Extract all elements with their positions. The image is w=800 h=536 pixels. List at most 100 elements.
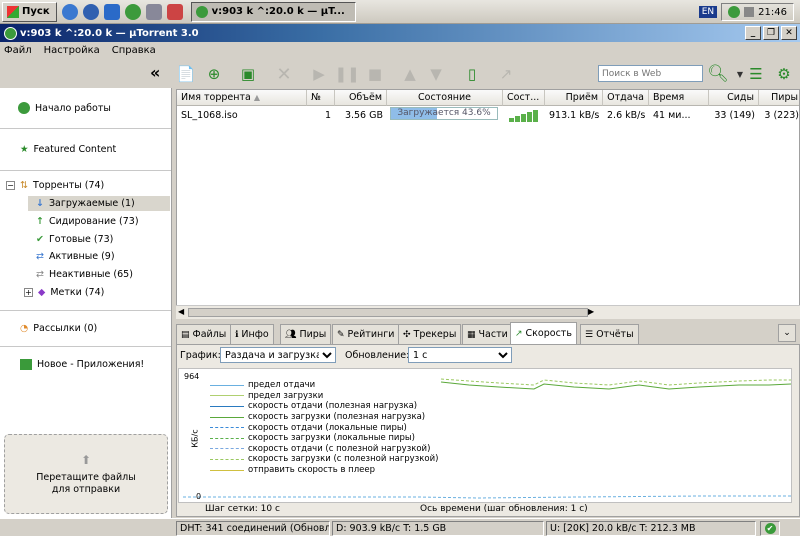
remote-device-icon[interactable]: ▯ [462, 64, 482, 84]
save-quicklaunch-icon[interactable] [166, 3, 183, 20]
sidebar-item-inactive[interactable]: ⇄ Неактивные (65) [36, 269, 133, 280]
update-interval-label: Обновление: [345, 350, 410, 361]
sidebar-item-torrents[interactable]: − ⇅ Торренты (74) [6, 180, 104, 191]
close-button[interactable]: ✕ [781, 26, 797, 40]
graph-type-label: График: [180, 350, 221, 361]
status-dht[interactable]: DHT: 341 соединений (Обновл.) [176, 521, 330, 536]
legend-swatch [210, 384, 244, 386]
column-header-health[interactable]: Сост... [503, 90, 545, 106]
menu-help[interactable]: Справка [112, 45, 156, 56]
column-header-size[interactable]: Объём [335, 90, 387, 106]
utorrent-tray-icon[interactable] [728, 6, 741, 18]
stop-icon[interactable]: ■ [365, 64, 385, 84]
create-torrent-icon[interactable]: ▣ [238, 64, 258, 84]
legend-label: скорость загрузки (с полезной нагрузкой) [248, 454, 439, 465]
tab-peers[interactable]: 👥︎ Пиры [280, 324, 332, 344]
drop-zone-line2: для отправки [51, 484, 121, 495]
taskbar-utorrent-button[interactable]: v:903 k ^:20.0 k — µT... [190, 1, 356, 22]
column-header-peers[interactable]: Пиры [759, 90, 799, 106]
minimize-button[interactable]: _ [745, 26, 761, 40]
drop-zone[interactable]: ⬆ Перетащите файлы для отправки [4, 434, 168, 514]
remove-icon[interactable]: ✕ [274, 64, 294, 85]
collapse-sidebar-button[interactable]: « [150, 63, 160, 82]
scroll-left-icon[interactable]: ◀ [178, 307, 184, 316]
legend-swatch [210, 416, 244, 418]
search-icon[interactable]: 🔍︎ [707, 64, 729, 84]
column-header-number[interactable]: № [307, 90, 335, 106]
collapse-panel-button[interactable]: ⌄ [778, 324, 796, 342]
legend-label: предел отдачи [248, 380, 316, 391]
start-label: Пуск [22, 6, 50, 17]
y-axis-unit: КБ/с [190, 429, 200, 448]
scroll-right-icon[interactable]: ▶ [588, 307, 594, 316]
tab-files[interactable]: ▤ Файлы [176, 324, 232, 344]
column-header-up-speed[interactable]: Отдача [603, 90, 649, 106]
legend-swatch [210, 427, 244, 429]
sidebar-item-completed[interactable]: ✔ Готовые (73) [36, 234, 113, 245]
opera-quicklaunch-icon[interactable] [82, 3, 99, 20]
calculator-quicklaunch-icon[interactable] [145, 3, 162, 20]
sidebar-item-label: Загружаемые (1) [48, 198, 135, 209]
taskbar-task-title: v:903 k ^:20.0 k — µT... [211, 6, 345, 17]
menu-file[interactable]: Файл [4, 45, 32, 56]
sidebar-item-downloading[interactable]: ↓ Загружаемые (1) [28, 196, 170, 211]
time-axis-label: Ось времени (шаг обновления: 1 с) [420, 504, 588, 514]
legend-item: скорость загрузки (полезная нагрузка) [210, 412, 440, 423]
update-interval-select[interactable]: 1 с [408, 347, 512, 363]
sidebar-item-apps[interactable]: Новое - Приложения! [20, 359, 144, 370]
web-search-input[interactable] [598, 65, 703, 82]
sort-arrow-icon: ▲ [253, 93, 261, 102]
column-header-eta[interactable]: Время [649, 90, 709, 106]
utorrent-quicklaunch-icon[interactable] [124, 3, 141, 20]
column-header-down-speed[interactable]: Приём [545, 90, 603, 106]
sidebar-item-active[interactable]: ⇄ Активные (9) [36, 251, 115, 262]
pause-icon[interactable]: ❚❚ [334, 64, 359, 84]
clock-text: 21:46 [758, 6, 787, 18]
start-icon[interactable]: ▶ [309, 64, 329, 84]
scrollbar-thumb[interactable] [188, 308, 588, 317]
tab-ratings[interactable]: ✎ Рейтинги [332, 324, 400, 344]
network-ok-icon[interactable]: ✔ [760, 521, 780, 536]
rss-feed-icon: ◔ [20, 323, 29, 334]
ratings-icon: ✎ [337, 329, 345, 340]
browser-quicklaunch-icon[interactable] [103, 3, 120, 20]
column-header-seeds[interactable]: Сиды [709, 90, 759, 106]
tab-logger[interactable]: ☰ Отчёты [580, 324, 639, 344]
column-header-status[interactable]: Состояние [387, 90, 503, 106]
upload-speed-line [183, 495, 791, 499]
tab-trackers[interactable]: ✣ Трекеры [398, 324, 462, 344]
speaker-tray-icon[interactable] [744, 7, 755, 17]
settings-gear-icon[interactable]: ⚙ [774, 64, 794, 84]
column-header-name[interactable]: Имя торрента ▲ [177, 90, 307, 106]
graph-type-select[interactable]: Раздача и загрузка [220, 347, 336, 363]
language-indicator[interactable]: EN [698, 6, 718, 18]
add-url-icon[interactable]: ⊕ [204, 64, 224, 84]
status-upload[interactable]: U: [20K] 20.0 kB/c T: 212.3 MB [546, 521, 756, 536]
sidebar-item-seeding[interactable]: ↑ Сидирование (73) [36, 216, 139, 227]
sidebar-item-getting-started[interactable]: Начало работы [18, 102, 111, 114]
add-torrent-icon[interactable]: 📄 [176, 64, 196, 84]
restore-button[interactable]: ❐ [763, 26, 779, 40]
move-up-icon[interactable]: ▲ [400, 64, 420, 84]
start-button[interactable]: Пуск [2, 1, 57, 22]
logger-icon: ☰ [585, 329, 594, 340]
horizontal-scrollbar[interactable]: ◀ ▶ [176, 305, 800, 319]
sidebar-item-feeds[interactable]: ◔ Рассылки (0) [20, 323, 97, 334]
expand-tree-icon[interactable]: + [24, 288, 33, 297]
collapse-tree-icon[interactable]: − [6, 181, 15, 190]
peers-icon: 👥︎ [285, 329, 297, 340]
ie-quicklaunch-icon[interactable] [61, 3, 78, 20]
taskbar: Пуск v:903 k ^:20.0 k — µT... EN 21:46 [0, 0, 800, 24]
sidebar-item-labels[interactable]: + ◆ Метки (74) [24, 287, 104, 298]
status-download[interactable]: D: 903.9 kB/c T: 1.5 GB [332, 521, 544, 536]
menu-settings[interactable]: Настройка [44, 45, 100, 56]
move-down-icon[interactable]: ▼ [426, 64, 446, 84]
tab-info[interactable]: ℹ Инфо [230, 324, 274, 344]
share-icon[interactable]: ↗ [496, 64, 516, 84]
info-icon: ℹ [235, 329, 239, 340]
list-view-icon[interactable]: ☰ [746, 64, 766, 84]
tab-pieces[interactable]: ▦ Части [462, 324, 513, 344]
tab-speed[interactable]: ↗ Скорость [510, 322, 577, 344]
speed-graph-icon: ↗ [515, 328, 523, 339]
sidebar-item-featured[interactable]: ★ Featured Content [20, 144, 116, 155]
